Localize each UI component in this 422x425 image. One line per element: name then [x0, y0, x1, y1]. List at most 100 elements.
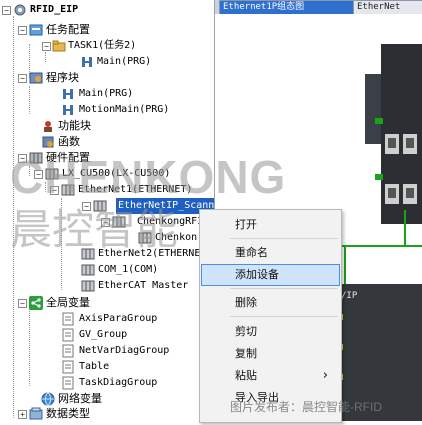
tree-label: COM_1(COM) [98, 264, 159, 275]
data-type-icon [29, 407, 43, 420]
function-icon [42, 136, 54, 148]
tree-label: Main(PRG) [97, 56, 152, 67]
tree-node-task1[interactable]: − TASK1(任务2) [0, 38, 214, 54]
tree-label: EtherNet1(ETHERNET) [78, 184, 193, 195]
module-icon [138, 232, 152, 244]
menu-item-label: 剪切 [235, 325, 257, 338]
tree-label: Table [79, 361, 110, 372]
tree-node-main-prg-task[interactable]: Main(PRG) [0, 54, 214, 70]
hardware-icon [29, 152, 43, 164]
tab-label: EtherNet [357, 2, 401, 12]
collapse-icon[interactable]: − [18, 299, 27, 308]
module-label: /IP [341, 291, 358, 301]
program-icon [63, 105, 73, 115]
tree-node-ethernetip-scanner[interactable]: − EtherNetIP_Scann [0, 198, 214, 214]
context-menu: 打开 重命名 添加设备 删除 剪切 复制 粘贴 › 导入导出 [199, 209, 342, 423]
menu-item-add-device[interactable]: 添加设备 [201, 264, 340, 286]
tree-label: LX_CU500(LX-CU500) [62, 168, 171, 179]
menu-item-label: 删除 [235, 296, 257, 309]
program-icon [82, 57, 92, 67]
tree-node-axis-para[interactable]: AxisParaGroup [0, 311, 214, 327]
collapse-icon[interactable]: − [101, 218, 110, 227]
tree-node-chenkong-rfid[interactable]: − ChenkongRFI [0, 214, 214, 230]
tree-label: 全局变量 [46, 296, 90, 309]
menu-item-label: 添加设备 [235, 268, 279, 281]
program-icon [63, 89, 73, 99]
editor-tab-strip: Ethernet1P组态图 EtherNet [215, 0, 422, 14]
submenu-arrow-icon: › [322, 368, 328, 383]
tree-node-function[interactable]: 函数 [0, 134, 214, 150]
collapse-icon[interactable]: − [50, 186, 59, 195]
status-led [375, 118, 383, 124]
device-icon [112, 216, 126, 228]
tree-label: TASK1(任务2) [68, 40, 137, 51]
menu-item-label: 复制 [235, 347, 257, 360]
collapse-icon[interactable]: − [82, 202, 91, 211]
menu-item-cut[interactable]: 剪切 [201, 321, 340, 343]
variable-list-icon [62, 376, 74, 390]
tree-label: 程序块 [46, 71, 79, 84]
plc-module-side [365, 74, 381, 144]
menu-item-import-export[interactable]: 导入导出 [201, 387, 340, 409]
tree-node-ethercat[interactable]: EtherCAT Master [0, 278, 214, 294]
tree-label: Main(PRG) [79, 88, 134, 99]
menu-separator [230, 288, 338, 289]
function-block-icon [44, 121, 52, 132]
tree-node-function-block[interactable]: 功能块 [0, 118, 214, 134]
tree-node-data-types[interactable]: + 数据类型 [0, 406, 214, 421]
network-port-icon [81, 248, 95, 260]
tree-node-gv-group[interactable]: GV_Group [0, 327, 214, 343]
tree-label: 功能块 [58, 119, 91, 132]
tree-label: 数据类型 [46, 407, 90, 420]
tree-node-main-prg[interactable]: Main(PRG) [0, 86, 214, 102]
tree-label: GV_Group [79, 329, 128, 340]
menu-item-delete[interactable]: 删除 [201, 292, 340, 314]
menu-item-copy[interactable]: 复制 [201, 343, 340, 365]
tree-node-network-vars[interactable]: 网络变量 [0, 391, 214, 407]
tree-label: NetVarDiagGroup [79, 345, 170, 356]
rj45-port-inner [406, 188, 414, 198]
scanner-icon [93, 200, 107, 212]
tree-label: RFID_EIP [30, 4, 79, 15]
collapse-icon[interactable]: − [18, 26, 27, 35]
tree-node-table[interactable]: Table [0, 359, 214, 375]
project-tree: − RFID_EIP − 任务配置 − TASK1(任务2) Main(PRG) [0, 0, 214, 421]
tree-node-com1[interactable]: COM_1(COM) [0, 262, 214, 278]
tree-label: MotionMain(PRG) [79, 104, 170, 115]
expand-icon[interactable]: + [18, 410, 27, 419]
menu-item-open[interactable]: 打开 [201, 214, 340, 236]
menu-item-paste[interactable]: 粘贴 › [201, 365, 340, 387]
collapse-icon[interactable]: − [34, 170, 43, 179]
tree-node-ethernet2[interactable]: EtherNet2(ETHERNE [0, 246, 214, 262]
tree-node-global-vars[interactable]: − 全局变量 [0, 295, 214, 311]
tree-node-task-config[interactable]: − 任务配置 [0, 22, 214, 38]
rj45-port-inner [388, 138, 396, 148]
variable-list-icon [62, 312, 74, 326]
collapse-icon[interactable]: − [2, 6, 11, 15]
tab-ethernet[interactable]: EtherNet [353, 0, 422, 14]
tree-node-ethernet1[interactable]: − EtherNet1(ETHERNET) [0, 182, 214, 198]
folder-icon [52, 40, 66, 52]
tree-label: Chenkon [155, 232, 198, 243]
tree-label: 函数 [58, 135, 80, 148]
rj45-port-inner [388, 188, 396, 198]
collapse-icon[interactable]: − [42, 42, 51, 51]
tree-node-chenkong-module[interactable]: Chenkon [0, 230, 214, 246]
tab-ethernetip-config[interactable]: Ethernet1P组态图 [219, 0, 357, 14]
collapse-icon[interactable]: − [18, 154, 27, 163]
tree-node-netvar-diag[interactable]: NetVarDiagGroup [0, 343, 214, 359]
tree-node-motion-main[interactable]: MotionMain(PRG) [0, 102, 214, 118]
collapse-icon[interactable]: − [18, 74, 27, 83]
tree-node-hw-config[interactable]: − 硬件配置 [0, 150, 214, 166]
menu-item-label: 打开 [235, 218, 257, 231]
tree-node-task-diag[interactable]: TaskDiagGroup [0, 375, 214, 391]
tree-label: 硬件配置 [46, 151, 90, 164]
serial-port-icon [81, 264, 95, 276]
variable-list-icon [62, 344, 74, 358]
menu-item-label: 重命名 [235, 246, 268, 259]
menu-item-rename[interactable]: 重命名 [201, 242, 340, 264]
tab-label: Ethernet1P组态图 [223, 2, 305, 12]
tree-node-program-block[interactable]: − 程序块 [0, 70, 214, 86]
tree-node-lx-cu500[interactable]: − LX_CU500(LX-CU500) [0, 166, 214, 182]
tree-node-root[interactable]: − RFID_EIP [0, 2, 214, 18]
